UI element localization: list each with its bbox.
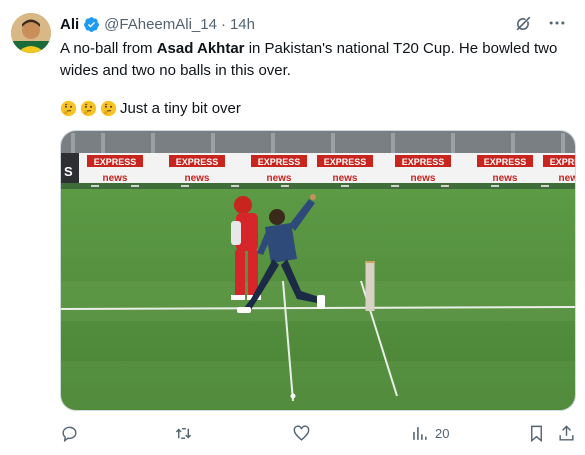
views-button[interactable]: 20 bbox=[410, 421, 449, 445]
retweet-button[interactable] bbox=[174, 421, 199, 445]
bookmark-button[interactable] bbox=[527, 421, 546, 445]
svg-text:EXPRESS: EXPRESS bbox=[258, 157, 301, 167]
svg-text:news: news bbox=[332, 173, 357, 184]
svg-text:news: news bbox=[184, 173, 209, 184]
share-button[interactable] bbox=[557, 421, 576, 445]
separator-dot: · bbox=[220, 15, 226, 33]
tweet-action-bar: 20 bbox=[60, 421, 580, 445]
retweet-icon bbox=[175, 427, 192, 439]
share-icon bbox=[559, 424, 574, 441]
bookmark-icon bbox=[531, 425, 542, 442]
scoreboard-fragment: S bbox=[64, 164, 73, 179]
tweet-card[interactable]: Ali @FAheemAli_14 · 14h A no-ball from A… bbox=[0, 0, 585, 455]
thinking-face-emoji-icon bbox=[100, 100, 117, 117]
svg-text:news: news bbox=[558, 173, 576, 184]
more-options-icon[interactable] bbox=[547, 13, 567, 33]
svg-text:EXPRESS: EXPRESS bbox=[324, 157, 367, 167]
svg-text:news: news bbox=[410, 173, 435, 184]
tweet-text-part: A no-ball from bbox=[60, 40, 157, 57]
display-name[interactable]: Ali bbox=[60, 16, 79, 33]
header-actions bbox=[514, 13, 567, 33]
heart-icon bbox=[293, 424, 310, 441]
svg-text:EXPRESS: EXPRESS bbox=[176, 157, 219, 167]
svg-text:EXPRESS: EXPRESS bbox=[550, 157, 576, 167]
svg-text:EXPRESS: EXPRESS bbox=[94, 157, 137, 167]
grok-icon[interactable] bbox=[514, 14, 533, 33]
avatar[interactable] bbox=[11, 13, 51, 53]
analytics-icon bbox=[413, 426, 427, 440]
tweet-header: Ali @FAheemAli_14 · 14h bbox=[60, 13, 575, 35]
user-handle[interactable]: @FAheemAli_14 bbox=[104, 16, 217, 33]
svg-text:news: news bbox=[266, 173, 291, 184]
views-count: 20 bbox=[435, 425, 450, 441]
thinking-face-emoji-icon bbox=[60, 100, 77, 117]
timestamp[interactable]: 14h bbox=[230, 16, 255, 33]
svg-text:EXPRESS: EXPRESS bbox=[402, 157, 445, 167]
svg-text:news: news bbox=[492, 173, 517, 184]
thinking-face-emoji-icon bbox=[80, 100, 97, 117]
tweet-text-line2: Just a tiny bit over bbox=[60, 97, 241, 119]
tweet-text: A no-ball from Asad Akhtar in Pakistan's… bbox=[60, 38, 580, 82]
tweet-text-caption: Just a tiny bit over bbox=[120, 99, 241, 117]
cricket-video-frame: S EXPRESS news EXPRESS news EXPRESS news bbox=[61, 131, 576, 410]
verified-badge-icon bbox=[83, 16, 100, 33]
svg-text:EXPRESS: EXPRESS bbox=[484, 157, 527, 167]
player-name-bold: Asad Akhtar bbox=[156, 40, 245, 57]
svg-text:news: news bbox=[102, 173, 127, 184]
reply-button[interactable] bbox=[60, 421, 85, 445]
reply-icon bbox=[62, 426, 77, 442]
tweet-media[interactable]: S EXPRESS news EXPRESS news EXPRESS news bbox=[60, 130, 576, 411]
like-button[interactable] bbox=[292, 421, 317, 445]
